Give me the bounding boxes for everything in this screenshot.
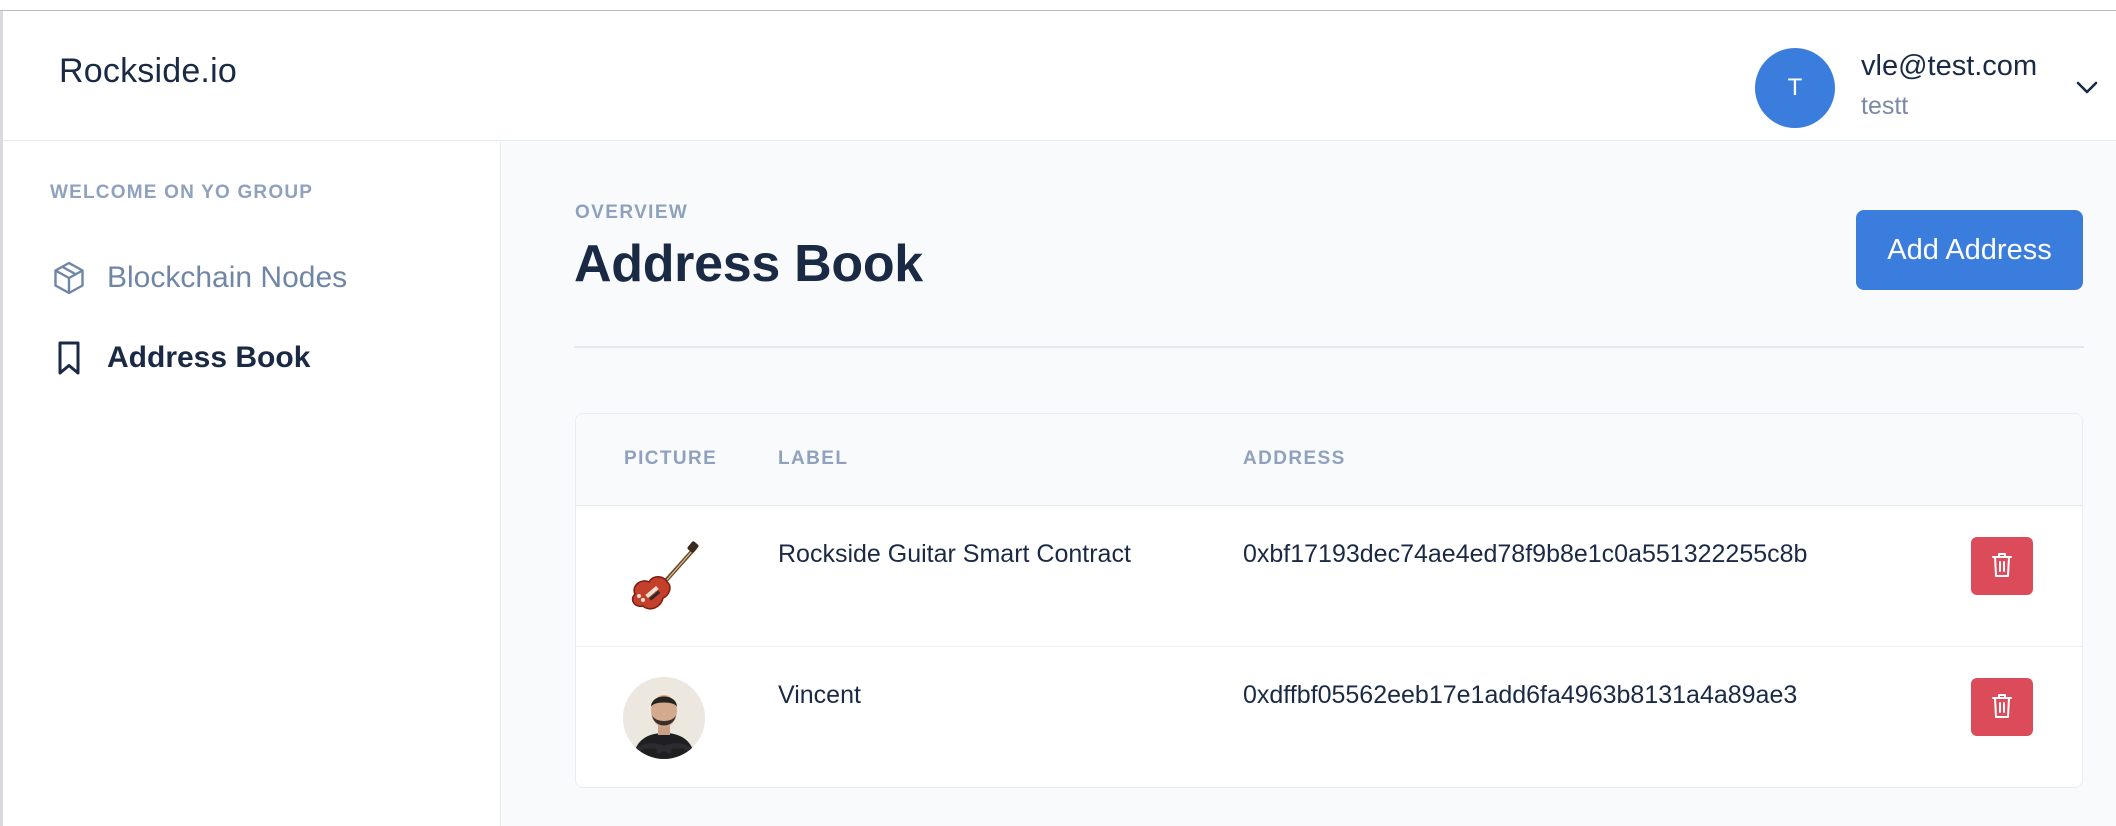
table-row: Vincent 0xdffbf05562eeb17e1add6fa4963b81…: [576, 647, 2082, 787]
user-menu[interactable]: T vle@test.com testt: [1753, 36, 2113, 128]
sidebar-item-address-book[interactable]: Address Book: [49, 334, 469, 382]
guitar-image: [623, 536, 705, 618]
user-email: vle@test.com: [1861, 50, 2038, 82]
sidebar-item-blockchain-nodes[interactable]: Blockchain Nodes: [49, 254, 469, 302]
bookmark-icon: [49, 338, 89, 378]
sidebar-item-label: Address Book: [107, 341, 311, 374]
chevron-down-icon[interactable]: [2073, 74, 2101, 102]
trash-icon: [1991, 552, 2013, 581]
row-address: 0xdffbf05562eeb17e1add6fa4963b8131a4a89a…: [1243, 681, 1798, 709]
delete-button[interactable]: [1971, 537, 2033, 595]
row-label: Vincent: [778, 681, 861, 709]
row-label: Rockside Guitar Smart Contract: [778, 540, 1131, 568]
column-header-address: ADDRESS: [1243, 448, 1346, 469]
table-row: Rockside Guitar Smart Contract 0xbf17193…: [576, 506, 2082, 647]
trash-icon: [1991, 693, 2013, 722]
avatar[interactable]: T: [1755, 48, 1835, 128]
brand-logo[interactable]: Rockside.io: [59, 52, 237, 91]
add-address-button[interactable]: Add Address: [1856, 210, 2083, 290]
delete-button[interactable]: [1971, 678, 2033, 736]
page-title: Address Book: [574, 235, 923, 293]
profile-photo: [623, 677, 705, 759]
main-content: OVERVIEW Address Book Add Address PICTUR…: [502, 142, 2116, 826]
table-header: PICTURE LABEL ADDRESS: [576, 414, 2082, 506]
sidebar: WELCOME ON YO GROUP Blockchain Nodes Add…: [3, 142, 501, 826]
row-address: 0xbf17193dec74ae4ed78f9b8e1c0a551322255c…: [1243, 540, 1808, 568]
sidebar-heading: WELCOME ON YO GROUP: [50, 182, 314, 203]
top-header: Rockside.io T vle@test.com testt: [3, 12, 2116, 141]
page-overline: OVERVIEW: [575, 202, 689, 223]
cube-icon: [49, 258, 89, 298]
user-name: testt: [1861, 92, 1909, 120]
address-table: PICTURE LABEL ADDRESS Rockside Guitar Sm…: [575, 413, 2083, 788]
window-top-bar: [0, 0, 2116, 11]
header-divider: [574, 346, 2084, 348]
column-header-picture: PICTURE: [624, 448, 718, 469]
column-header-label: LABEL: [778, 448, 849, 469]
sidebar-item-label: Blockchain Nodes: [107, 261, 348, 294]
